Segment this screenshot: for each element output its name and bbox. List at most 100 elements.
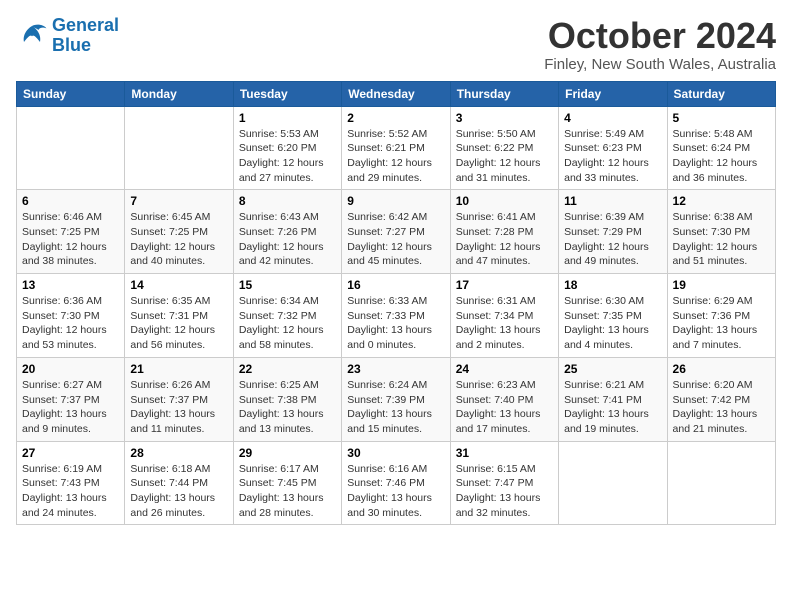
day-number: 17: [456, 278, 553, 292]
day-number: 24: [456, 362, 553, 376]
logo-bird-icon: [16, 22, 48, 50]
day-info: Sunrise: 6:24 AM Sunset: 7:39 PM Dayligh…: [347, 378, 444, 437]
calendar-cell: 3 Sunrise: 5:50 AM Sunset: 6:22 PM Daylig…: [450, 106, 558, 190]
calendar-cell: 2 Sunrise: 5:52 AM Sunset: 6:21 PM Daylig…: [342, 106, 450, 190]
calendar-cell: 12Sunrise: 6:38 AM Sunset: 7:30 PM Dayli…: [667, 190, 775, 274]
day-number: 4: [564, 111, 661, 125]
day-info: Sunrise: 6:20 AM Sunset: 7:42 PM Dayligh…: [673, 378, 770, 437]
calendar-body: 1 Sunrise: 5:53 AM Sunset: 6:20 PM Daylig…: [17, 106, 776, 525]
day-number: 8: [239, 194, 336, 208]
day-info: Sunrise: 6:19 AM Sunset: 7:43 PM Dayligh…: [22, 462, 119, 521]
calendar-header-row: Sunday Monday Tuesday Wednesday Thursday…: [17, 81, 776, 106]
day-number: 31: [456, 446, 553, 460]
calendar-cell: 17Sunrise: 6:31 AM Sunset: 7:34 PM Dayli…: [450, 274, 558, 358]
col-wednesday: Wednesday: [342, 81, 450, 106]
day-number: 3: [456, 111, 553, 125]
calendar-cell: 14 Sunrise: 6:35 AM Sunset: 7:31 PM Dayli…: [125, 274, 233, 358]
day-info: Sunrise: 6:17 AM Sunset: 7:45 PM Dayligh…: [239, 462, 336, 521]
day-info: Sunrise: 6:36 AM Sunset: 7:30 PM Dayligh…: [22, 294, 119, 353]
day-info: Sunrise: 6:39 AM Sunset: 7:29 PM Dayligh…: [564, 210, 661, 269]
calendar-cell: 6 Sunrise: 6:46 AM Sunset: 7:25 PM Daylig…: [17, 190, 125, 274]
day-info: Sunrise: 5:53 AM Sunset: 6:20 PM Dayligh…: [239, 127, 336, 186]
day-number: 19: [673, 278, 770, 292]
day-number: 15: [239, 278, 336, 292]
calendar-cell: 1 Sunrise: 5:53 AM Sunset: 6:20 PM Daylig…: [233, 106, 341, 190]
day-number: 21: [130, 362, 227, 376]
logo-text: General Blue: [52, 16, 119, 56]
calendar-cell: 29 Sunrise: 6:17 AM Sunset: 7:45 PM Dayli…: [233, 441, 341, 525]
calendar-cell: 21Sunrise: 6:26 AM Sunset: 7:37 PM Dayli…: [125, 357, 233, 441]
day-info: Sunrise: 6:30 AM Sunset: 7:35 PM Dayligh…: [564, 294, 661, 353]
day-number: 13: [22, 278, 119, 292]
day-number: 20: [22, 362, 119, 376]
day-number: 5: [673, 111, 770, 125]
day-number: 9: [347, 194, 444, 208]
col-tuesday: Tuesday: [233, 81, 341, 106]
day-number: 1: [239, 111, 336, 125]
calendar-cell: 13 Sunrise: 6:36 AM Sunset: 7:30 PM Dayli…: [17, 274, 125, 358]
day-info: Sunrise: 6:33 AM Sunset: 7:33 PM Dayligh…: [347, 294, 444, 353]
title-block: October 2024 Finley, New South Wales, Au…: [544, 16, 776, 73]
day-info: Sunrise: 6:29 AM Sunset: 7:36 PM Dayligh…: [673, 294, 770, 353]
calendar-week-0: 1 Sunrise: 5:53 AM Sunset: 6:20 PM Daylig…: [17, 106, 776, 190]
calendar-cell: 7 Sunrise: 6:45 AM Sunset: 7:25 PM Daylig…: [125, 190, 233, 274]
calendar-week-4: 27 Sunrise: 6:19 AM Sunset: 7:43 PM Dayli…: [17, 441, 776, 525]
calendar-cell: 27 Sunrise: 6:19 AM Sunset: 7:43 PM Dayli…: [17, 441, 125, 525]
calendar-cell: 30 Sunrise: 6:16 AM Sunset: 7:46 PM Dayli…: [342, 441, 450, 525]
day-info: Sunrise: 6:15 AM Sunset: 7:47 PM Dayligh…: [456, 462, 553, 521]
calendar-cell: 4 Sunrise: 5:49 AM Sunset: 6:23 PM Daylig…: [559, 106, 667, 190]
day-number: 12: [673, 194, 770, 208]
logo: General Blue: [16, 16, 119, 56]
calendar-cell: 23Sunrise: 6:24 AM Sunset: 7:39 PM Dayli…: [342, 357, 450, 441]
day-number: 27: [22, 446, 119, 460]
day-number: 10: [456, 194, 553, 208]
day-number: 29: [239, 446, 336, 460]
day-info: Sunrise: 6:18 AM Sunset: 7:44 PM Dayligh…: [130, 462, 227, 521]
calendar-cell: 20 Sunrise: 6:27 AM Sunset: 7:37 PM Dayli…: [17, 357, 125, 441]
calendar-week-3: 20 Sunrise: 6:27 AM Sunset: 7:37 PM Dayli…: [17, 357, 776, 441]
calendar-cell: 25 Sunrise: 6:21 AM Sunset: 7:41 PM Dayli…: [559, 357, 667, 441]
day-info: Sunrise: 6:16 AM Sunset: 7:46 PM Dayligh…: [347, 462, 444, 521]
day-info: Sunrise: 6:41 AM Sunset: 7:28 PM Dayligh…: [456, 210, 553, 269]
calendar-cell: [667, 441, 775, 525]
calendar-cell: 18 Sunrise: 6:30 AM Sunset: 7:35 PM Dayli…: [559, 274, 667, 358]
calendar-week-2: 13 Sunrise: 6:36 AM Sunset: 7:30 PM Dayli…: [17, 274, 776, 358]
calendar-cell: 11 Sunrise: 6:39 AM Sunset: 7:29 PM Dayli…: [559, 190, 667, 274]
day-number: 14: [130, 278, 227, 292]
calendar-cell: 10 Sunrise: 6:41 AM Sunset: 7:28 PM Dayli…: [450, 190, 558, 274]
day-number: 6: [22, 194, 119, 208]
location-text: Finley, New South Wales, Australia: [544, 56, 776, 73]
day-info: Sunrise: 6:21 AM Sunset: 7:41 PM Dayligh…: [564, 378, 661, 437]
day-number: 22: [239, 362, 336, 376]
day-info: Sunrise: 6:23 AM Sunset: 7:40 PM Dayligh…: [456, 378, 553, 437]
day-number: 7: [130, 194, 227, 208]
calendar-cell: 24 Sunrise: 6:23 AM Sunset: 7:40 PM Dayli…: [450, 357, 558, 441]
day-info: Sunrise: 5:49 AM Sunset: 6:23 PM Dayligh…: [564, 127, 661, 186]
day-info: Sunrise: 6:27 AM Sunset: 7:37 PM Dayligh…: [22, 378, 119, 437]
calendar-cell: [125, 106, 233, 190]
day-info: Sunrise: 6:45 AM Sunset: 7:25 PM Dayligh…: [130, 210, 227, 269]
calendar-week-1: 6 Sunrise: 6:46 AM Sunset: 7:25 PM Daylig…: [17, 190, 776, 274]
col-thursday: Thursday: [450, 81, 558, 106]
month-title: October 2024: [544, 16, 776, 56]
day-info: Sunrise: 6:35 AM Sunset: 7:31 PM Dayligh…: [130, 294, 227, 353]
day-number: 18: [564, 278, 661, 292]
calendar-cell: 22Sunrise: 6:25 AM Sunset: 7:38 PM Dayli…: [233, 357, 341, 441]
day-info: Sunrise: 5:50 AM Sunset: 6:22 PM Dayligh…: [456, 127, 553, 186]
day-number: 30: [347, 446, 444, 460]
day-number: 16: [347, 278, 444, 292]
day-number: 11: [564, 194, 661, 208]
day-info: Sunrise: 6:43 AM Sunset: 7:26 PM Dayligh…: [239, 210, 336, 269]
calendar-cell: [17, 106, 125, 190]
calendar-cell: 26Sunrise: 6:20 AM Sunset: 7:42 PM Dayli…: [667, 357, 775, 441]
day-info: Sunrise: 6:46 AM Sunset: 7:25 PM Dayligh…: [22, 210, 119, 269]
calendar-cell: 8 Sunrise: 6:43 AM Sunset: 7:26 PM Daylig…: [233, 190, 341, 274]
day-info: Sunrise: 6:34 AM Sunset: 7:32 PM Dayligh…: [239, 294, 336, 353]
day-number: 25: [564, 362, 661, 376]
calendar-cell: 31 Sunrise: 6:15 AM Sunset: 7:47 PM Dayli…: [450, 441, 558, 525]
day-number: 2: [347, 111, 444, 125]
page-header: General Blue October 2024 Finley, New So…: [16, 16, 776, 73]
col-monday: Monday: [125, 81, 233, 106]
calendar-table: Sunday Monday Tuesday Wednesday Thursday…: [16, 81, 776, 526]
day-info: Sunrise: 5:52 AM Sunset: 6:21 PM Dayligh…: [347, 127, 444, 186]
